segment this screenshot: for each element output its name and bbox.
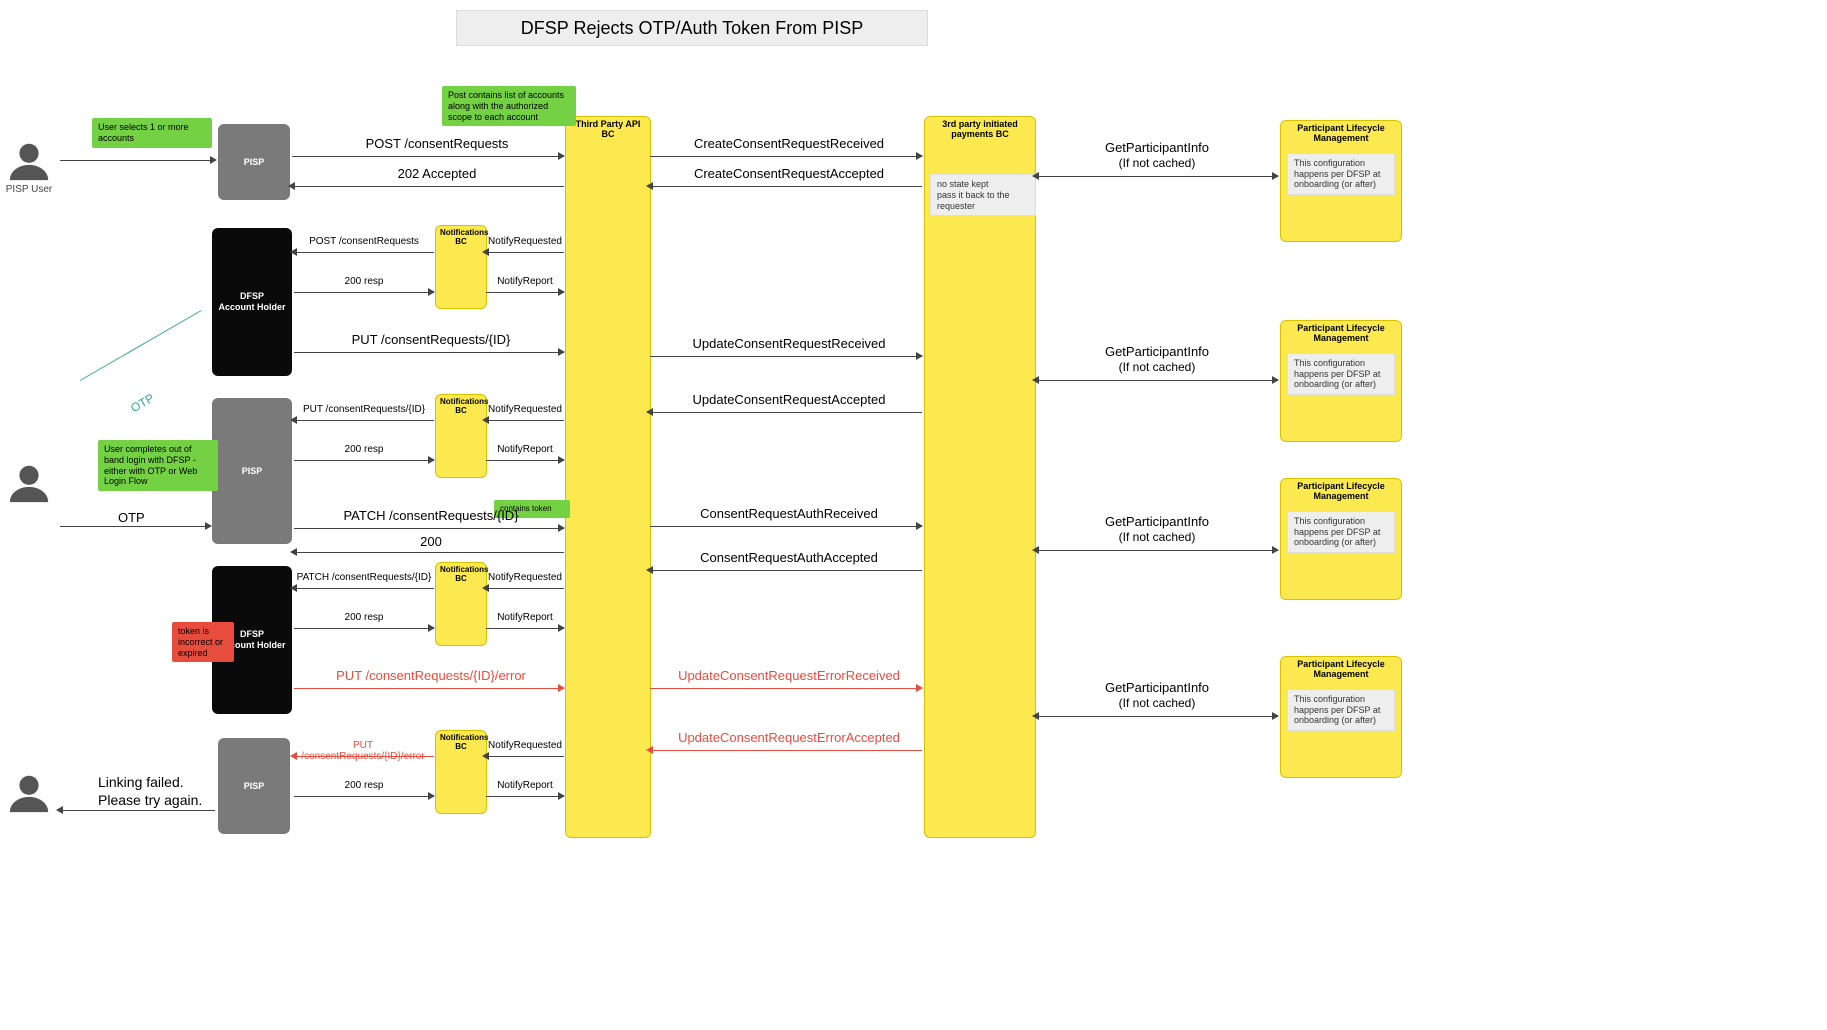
lane-notif-4: Notifications BC	[435, 730, 487, 814]
msg-error-received: UpdateConsentRequestErrorReceived	[656, 668, 922, 683]
msg-202: 202 Accepted	[312, 166, 562, 181]
msg-cached-1: (If not cached)	[1042, 156, 1272, 170]
lane-plm-3: Participant Lifecycle Management This co…	[1280, 478, 1402, 600]
note-user-selects: User selects 1 or more accounts	[92, 118, 212, 148]
user-icon-2	[6, 460, 52, 509]
msg-get-part-4: GetParticipantInfo	[1042, 680, 1272, 695]
msg-patch-id: PATCH /consentRequests/{ID}	[300, 508, 562, 523]
msg-cached-2: (If not cached)	[1042, 360, 1272, 374]
msg-patch-notif: PATCH /consentRequests/{ID}	[296, 572, 432, 583]
note-user-completes: User completes out of band login with DF…	[98, 440, 218, 491]
msg-put-error-notif: PUT /consentRequests/{ID}/error	[292, 740, 434, 762]
msg-post-consent-1: POST /consentRequests	[312, 136, 562, 151]
lane-third-party-payments: 3rd party initiated payments BC	[924, 116, 1036, 838]
pisp-box-3: PISP	[218, 738, 290, 834]
msg-put-error: PUT /consentRequests/{ID}/error	[300, 668, 562, 683]
pisp-box-2: PISP	[212, 398, 292, 544]
otp-text: OTP	[118, 510, 145, 525]
msg-get-part-1: GetParticipantInfo	[1042, 140, 1272, 155]
msg-update-received: UpdateConsentRequestReceived	[656, 336, 922, 351]
msg-cached-3: (If not cached)	[1042, 530, 1272, 544]
msg-notifreq-4: NotifyRequested	[486, 740, 564, 751]
plm-note-3: This configuration happens per DFSP at o…	[1287, 511, 1395, 553]
plm-note-4: This configuration happens per DFSP at o…	[1287, 689, 1395, 731]
msg-update-accepted: UpdateConsentRequestAccepted	[656, 392, 922, 407]
note-no-state: no state kept pass it back to the reques…	[930, 174, 1036, 216]
msg-notifreq-1: NotifyRequested	[486, 236, 564, 247]
lane-plm-4: Participant Lifecycle Management This co…	[1280, 656, 1402, 778]
please-try: Please try again.	[98, 792, 202, 808]
user-icon-pisp-user	[6, 138, 52, 187]
diagram-title: DFSP Rejects OTP/Auth Token From PISP	[456, 10, 928, 46]
msg-cached-4: (If not cached)	[1042, 696, 1272, 710]
msg-post-consent-notif: POST /consentRequests	[296, 236, 432, 247]
otp-line	[80, 310, 202, 381]
lane-third-party-api: Third Party API BC	[565, 116, 651, 838]
msg-auth-accepted: ConsentRequestAuthAccepted	[656, 550, 922, 565]
note-token-incorrect: token is incorrect or expired	[172, 622, 234, 662]
msg-200-4: 200 resp	[296, 780, 432, 791]
msg-put-notif: PUT /consentRequests/{ID}	[296, 404, 432, 415]
msg-notifrep-2: NotifyReport	[486, 444, 564, 455]
msg-get-part-2: GetParticipantInfo	[1042, 344, 1272, 359]
lane-notif-3: Notifications BC	[435, 562, 487, 646]
msg-auth-received: ConsentRequestAuthReceived	[656, 506, 922, 521]
msg-200-code: 200	[300, 534, 562, 549]
msg-notifrep-1: NotifyReport	[486, 276, 564, 287]
msg-create-accepted: CreateConsentRequestAccepted	[656, 166, 922, 181]
msg-get-part-3: GetParticipantInfo	[1042, 514, 1272, 529]
lane-notif-2: Notifications BC	[435, 394, 487, 478]
otp-diag: OTP	[128, 391, 156, 415]
actor-pisp-user: PISP User	[0, 184, 58, 195]
msg-notifrep-4: NotifyReport	[486, 780, 564, 791]
lane-plm-2: Participant Lifecycle Management This co…	[1280, 320, 1402, 442]
msg-put-id: PUT /consentRequests/{ID}	[300, 332, 562, 347]
plm-note-2: This configuration happens per DFSP at o…	[1287, 353, 1395, 395]
user-icon-3	[6, 770, 52, 819]
lane-notif-1: Notifications BC	[435, 225, 487, 309]
msg-create-received: CreateConsentRequestReceived	[656, 136, 922, 151]
msg-200-2: 200 resp	[296, 444, 432, 455]
arr-user-pisp	[60, 160, 215, 161]
msg-notifreq-3: NotifyRequested	[486, 572, 564, 583]
lane-plm-1: Participant Lifecycle Management This co…	[1280, 120, 1402, 242]
plm-note-1: This configuration happens per DFSP at o…	[1287, 153, 1395, 195]
linking-failed: Linking failed.	[98, 774, 184, 790]
msg-error-accepted: UpdateConsentRequestErrorAccepted	[656, 730, 922, 745]
msg-200-3: 200 resp	[296, 612, 432, 623]
pisp-box-1: PISP	[218, 124, 290, 200]
note-post-contains: Post contains list of accounts along wit…	[442, 86, 576, 126]
msg-200-1: 200 resp	[296, 276, 432, 287]
msg-notifreq-2: NotifyRequested	[486, 404, 564, 415]
msg-notifrep-3: NotifyReport	[486, 612, 564, 623]
dfsp-box-1: DFSP Account Holder	[212, 228, 292, 376]
